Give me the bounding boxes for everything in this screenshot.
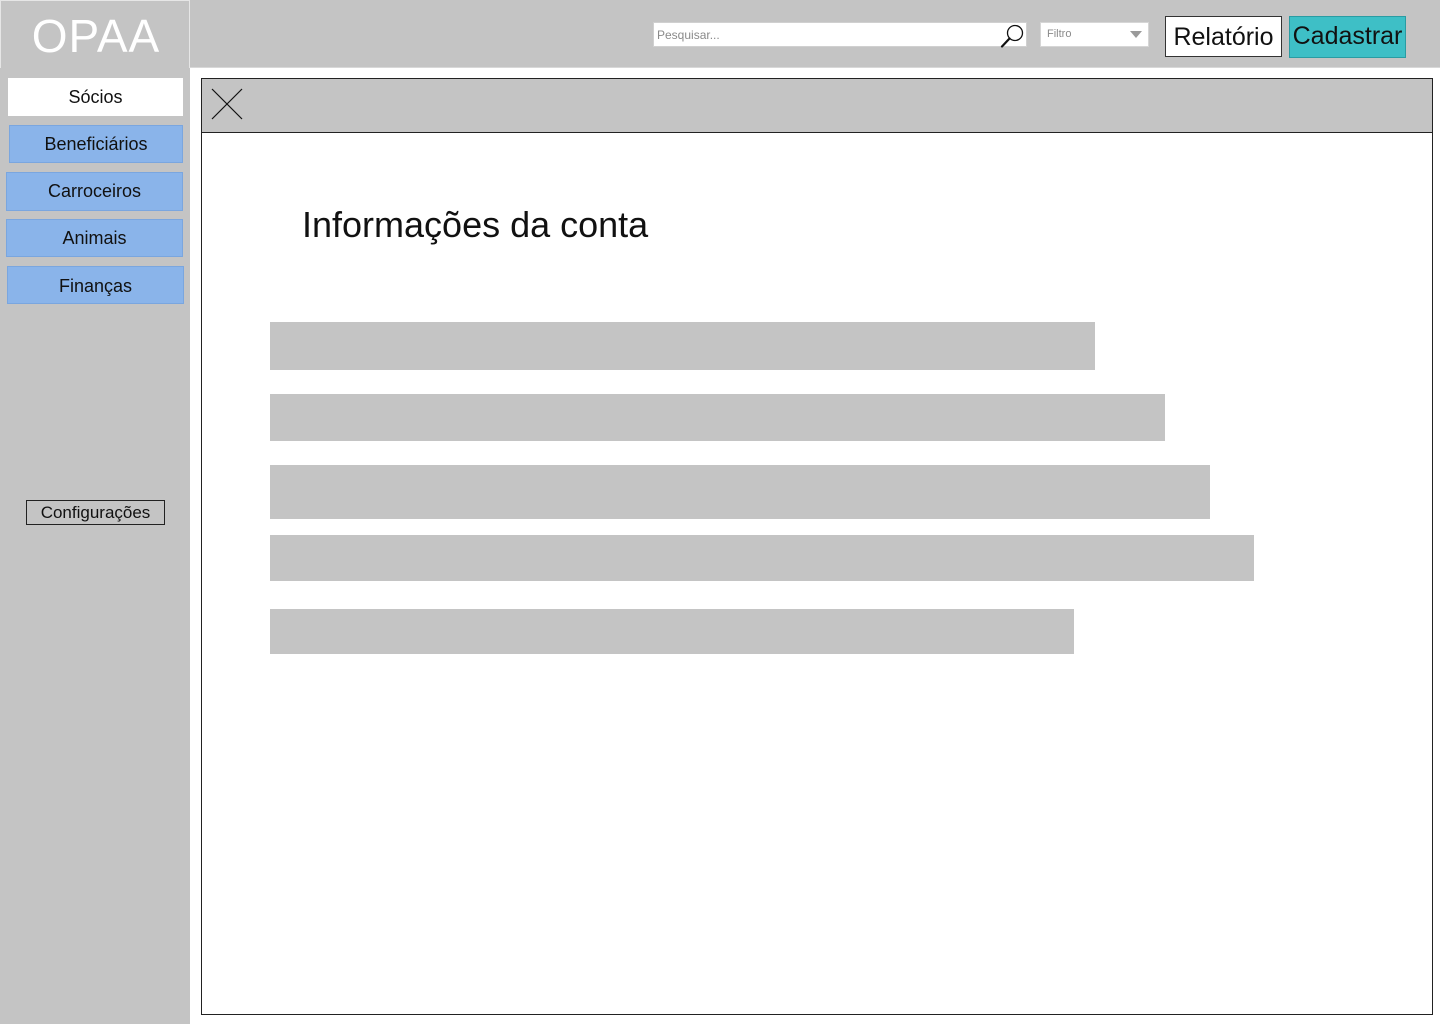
account-field-5[interactable] — [270, 609, 1074, 654]
sidebar-item-socios[interactable]: Sócios — [8, 78, 183, 116]
logo-container: OPAA — [0, 0, 190, 68]
account-field-4[interactable] — [270, 535, 1254, 581]
sidebar-item-financas[interactable]: Finanças — [7, 266, 184, 304]
chevron-down-icon — [1130, 31, 1142, 38]
account-field-2[interactable] — [270, 394, 1165, 441]
filter-label: Filtro — [1047, 28, 1072, 40]
register-button[interactable]: Cadastrar — [1289, 16, 1406, 58]
settings-button[interactable]: Configurações — [26, 500, 165, 525]
sidebar: Sócios Beneficiários Carroceiros Animais… — [0, 68, 190, 1024]
account-info-panel: Informações da conta — [201, 78, 1433, 1015]
close-icon[interactable] — [210, 87, 244, 121]
app-logo: OPAA — [31, 10, 161, 62]
sidebar-item-beneficiarios[interactable]: Beneficiários — [9, 125, 183, 163]
panel-header — [202, 79, 1432, 133]
account-field-3[interactable] — [270, 465, 1210, 519]
panel-title: Informações da conta — [302, 204, 649, 245]
sidebar-item-animais[interactable]: Animais — [6, 219, 183, 257]
sidebar-item-carroceiros[interactable]: Carroceiros — [6, 172, 183, 211]
filter-select[interactable]: Filtro — [1040, 22, 1149, 47]
search-icon[interactable] — [1000, 24, 1026, 48]
search-box[interactable] — [653, 22, 1027, 48]
report-button[interactable]: Relatório — [1165, 16, 1282, 57]
search-input[interactable] — [657, 25, 987, 44]
account-field-1[interactable] — [270, 322, 1095, 370]
